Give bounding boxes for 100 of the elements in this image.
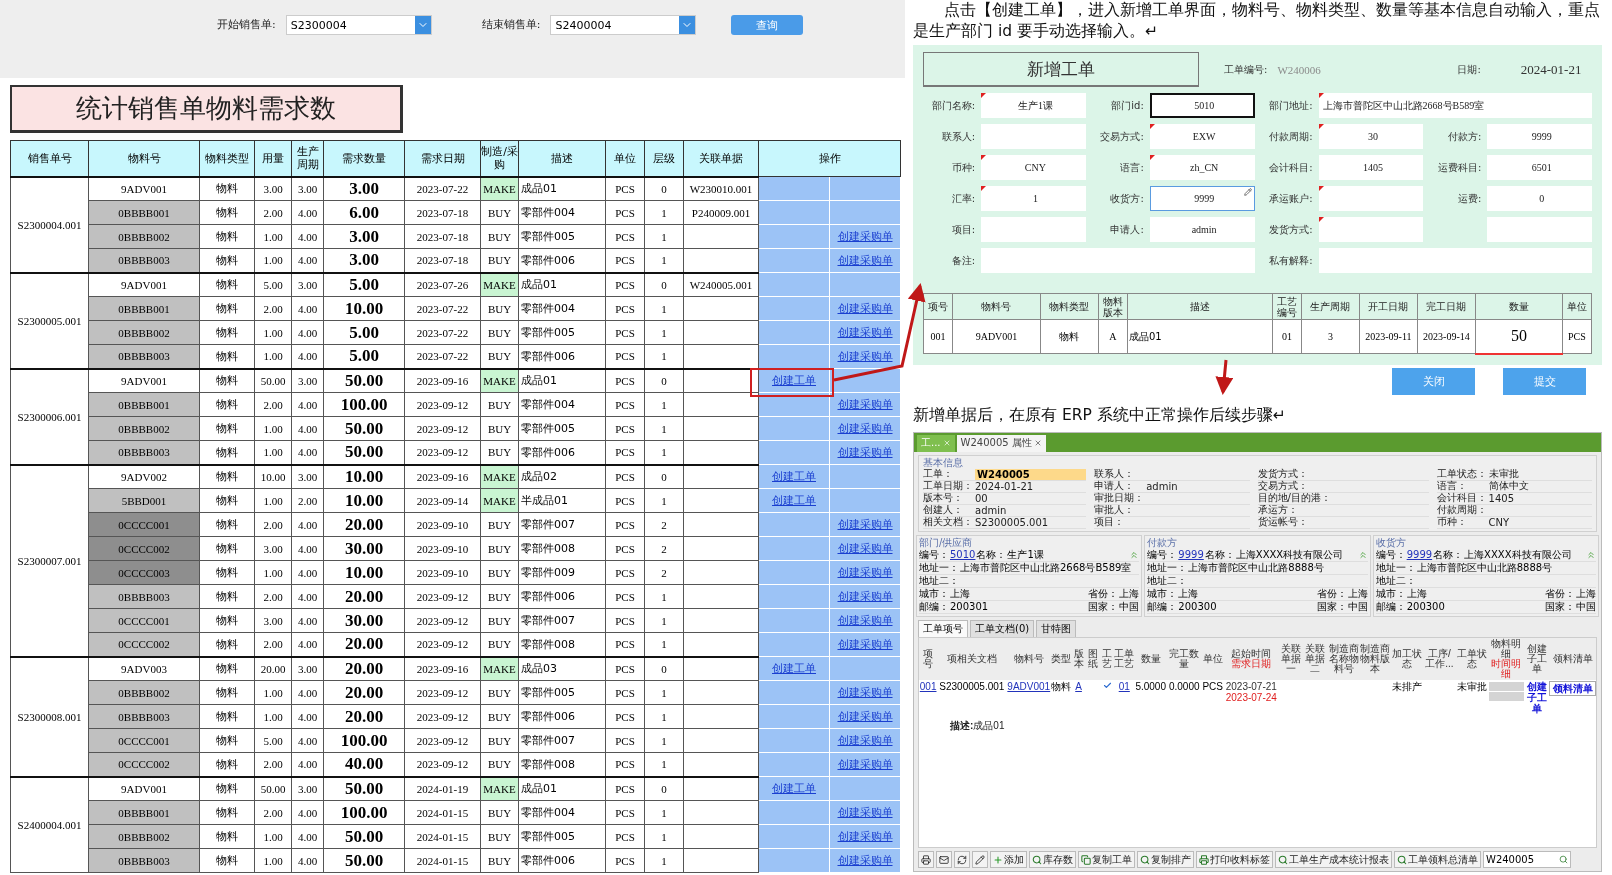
create-purchase-order-link[interactable]: 创建采购单 (837, 686, 893, 699)
create-purchase-order-link[interactable]: 创建采购单 (837, 350, 893, 363)
input-field[interactable]: 30 (1318, 124, 1424, 149)
input-field[interactable]: EXW (1149, 124, 1255, 149)
create-purchase-order-link[interactable]: 创建采购单 (837, 758, 893, 771)
input-field[interactable]: 1 (981, 186, 1086, 211)
table-cell: PCS (605, 272, 645, 297)
field-label: 币种： (1436, 515, 1468, 529)
input-field[interactable] (1318, 217, 1424, 242)
input-field[interactable] (1318, 248, 1592, 273)
field-label: 审批日期： (1094, 491, 1146, 504)
grid-cell-text: 物料 (1051, 679, 1072, 694)
print-button[interactable] (918, 851, 934, 868)
field-label: 编号： (919, 548, 949, 562)
toolbar-button[interactable]: 打印收料标签 (1196, 851, 1273, 868)
create-purchase-order-link[interactable]: 创建采购单 (837, 830, 893, 843)
create-work-order-link[interactable]: 创建工单 (772, 494, 816, 507)
grid-link[interactable]: A (1075, 680, 1082, 692)
table-cell: 物料 (199, 464, 255, 489)
toolbar-button[interactable]: 复制工单 (1078, 851, 1135, 868)
mail-button[interactable] (936, 851, 952, 868)
create-work-order-link[interactable]: 创建工单 (772, 374, 816, 387)
grid-link[interactable]: 001 (919, 680, 937, 692)
column-header: 物料版本 (1098, 293, 1128, 320)
grid-link[interactable]: 01 (1118, 680, 1130, 692)
field-label: 编号： (1147, 548, 1178, 562)
create-purchase-order-link[interactable]: 创建采购单 (837, 734, 893, 747)
input-field[interactable]: CNY (981, 155, 1086, 180)
input-field[interactable]: 生产1课 (981, 93, 1086, 118)
create-subwork-order-link[interactable]: 创建子工单 (1524, 680, 1550, 714)
material-list-link[interactable]: 领料清单 (1549, 680, 1596, 696)
input-field[interactable]: 上海市普陀区中山北路2668号B589室 (1318, 93, 1592, 118)
input-field[interactable]: 0 (1487, 186, 1592, 211)
create-purchase-order-link[interactable]: 创建采购单 (837, 302, 893, 315)
code-link[interactable]: 9999 (1178, 549, 1204, 560)
create-purchase-order-link[interactable]: 创建采购单 (837, 806, 893, 819)
grid-link[interactable]: 9ADV001 (1007, 680, 1051, 692)
create-purchase-order-link[interactable]: 创建采购单 (837, 854, 893, 867)
field-label: 城市： (1375, 586, 1406, 601)
field-label: 工单： (923, 468, 953, 481)
material-cell: 0BBBB002 (88, 824, 200, 849)
table-cell: 0 (644, 656, 684, 681)
input-field[interactable] (1487, 217, 1592, 242)
create-work-order-link[interactable]: 创建工单 (772, 782, 816, 795)
input-field[interactable] (1318, 186, 1424, 211)
toolbar-button[interactable]: 工单领料总清单 (1394, 851, 1481, 868)
toolbar-button[interactable]: 工单生产成本统计报表 (1275, 851, 1392, 868)
material-cell: 0BBBB001 (88, 800, 200, 825)
input-field[interactable]: zh_CN (1149, 155, 1255, 180)
create-purchase-order-link[interactable]: 创建采购单 (837, 398, 893, 411)
create-purchase-order-link[interactable]: 创建采购单 (837, 326, 893, 339)
input-field[interactable]: 1405 (1318, 155, 1424, 180)
toolbar-button[interactable]: 复制排产 (1137, 851, 1194, 868)
end-order-select[interactable]: S2400004 (550, 15, 697, 35)
collapse-icon[interactable] (1357, 549, 1368, 560)
input-field[interactable] (981, 217, 1086, 242)
collapse-icon[interactable] (1129, 549, 1140, 560)
field-label: 交易方式： (1257, 479, 1309, 492)
create-purchase-order-link[interactable]: 创建采购单 (837, 230, 893, 243)
create-purchase-order-link[interactable]: 创建采购单 (837, 518, 893, 531)
detail-tab[interactable]: 工单文档(0) (970, 619, 1035, 637)
toolbar-button[interactable]: 库存数 (1029, 851, 1076, 868)
refresh-button[interactable] (954, 851, 970, 868)
input-field[interactable] (981, 124, 1086, 149)
collapse-icon[interactable] (1586, 549, 1596, 560)
create-work-order-link[interactable]: 创建工单 (772, 470, 816, 483)
detail-tab[interactable]: 工单项号 (918, 619, 968, 637)
field-label: 运费: (1456, 191, 1482, 206)
start-order-select[interactable]: S2300004 (285, 15, 432, 35)
edit-button[interactable] (972, 851, 988, 868)
create-purchase-order-link[interactable]: 创建采购单 (837, 710, 893, 723)
code-link[interactable]: 5010 (950, 549, 976, 560)
field-label: 地址二： (919, 573, 959, 588)
quantity-cell: 50.00 (323, 368, 405, 393)
create-purchase-order-link[interactable]: 创建采购单 (837, 422, 893, 435)
create-purchase-order-link[interactable]: 创建采购单 (837, 542, 893, 555)
input-field[interactable]: 9999 (1149, 186, 1255, 211)
create-work-order-link[interactable]: 创建工单 (772, 662, 816, 675)
create-purchase-order-link[interactable]: 创建采购单 (837, 446, 893, 459)
detail-tab[interactable]: 甘特图 (1036, 619, 1077, 637)
search-field[interactable]: W240005 (1483, 851, 1571, 868)
input-field[interactable]: admin (1149, 217, 1255, 242)
toolbar-button[interactable]: 添加 (990, 851, 1027, 868)
table-cell: 20.00 (254, 656, 292, 681)
input-field[interactable]: 9999 (1487, 124, 1592, 149)
create-purchase-order-link[interactable]: 创建采购单 (837, 566, 893, 579)
plus-icon (993, 854, 1003, 865)
input-field[interactable]: 6501 (1487, 155, 1592, 180)
material-cell: 0BBBB002 (88, 320, 200, 345)
create-purchase-order-link[interactable]: 创建采购单 (837, 590, 893, 603)
input-field[interactable]: 5010 (1149, 93, 1255, 118)
field-label: 地址二： (1147, 573, 1188, 588)
create-purchase-order-link[interactable]: 创建采购单 (837, 254, 893, 267)
code-link[interactable]: 9999 (1406, 549, 1433, 560)
create-purchase-order-link[interactable]: 创建采购单 (837, 614, 893, 627)
create-purchase-order-link[interactable]: 创建采购单 (837, 638, 893, 651)
input-field[interactable] (981, 248, 1255, 273)
table-cell: 2023-09-14 (1417, 319, 1476, 354)
table-cell: 2024-01-19 (404, 776, 481, 801)
window-tab[interactable]: W240005 属性 (956, 434, 1046, 452)
